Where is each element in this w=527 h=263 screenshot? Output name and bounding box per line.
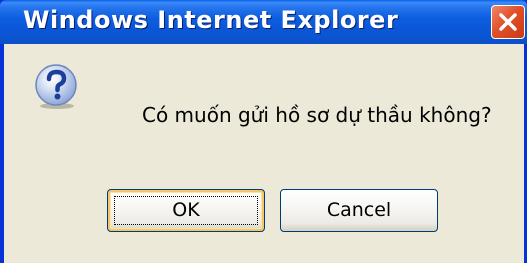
cancel-button-label: Cancel: [326, 199, 392, 221]
title-bar[interactable]: Windows Internet Explorer: [0, 0, 527, 44]
window-title: Windows Internet Explorer: [23, 6, 399, 34]
close-button[interactable]: [491, 5, 525, 39]
dialog-message: Có muốn gửi hồ sơ dự thầu không?: [142, 103, 492, 127]
cancel-button[interactable]: Cancel: [280, 189, 438, 232]
dialog-window: Windows Internet Explorer Có muốn gửi hồ…: [0, 0, 527, 263]
ok-button[interactable]: OK: [107, 189, 265, 232]
close-icon: [499, 13, 517, 31]
ok-button-label: OK: [172, 199, 200, 221]
question-icon: [35, 64, 77, 109]
